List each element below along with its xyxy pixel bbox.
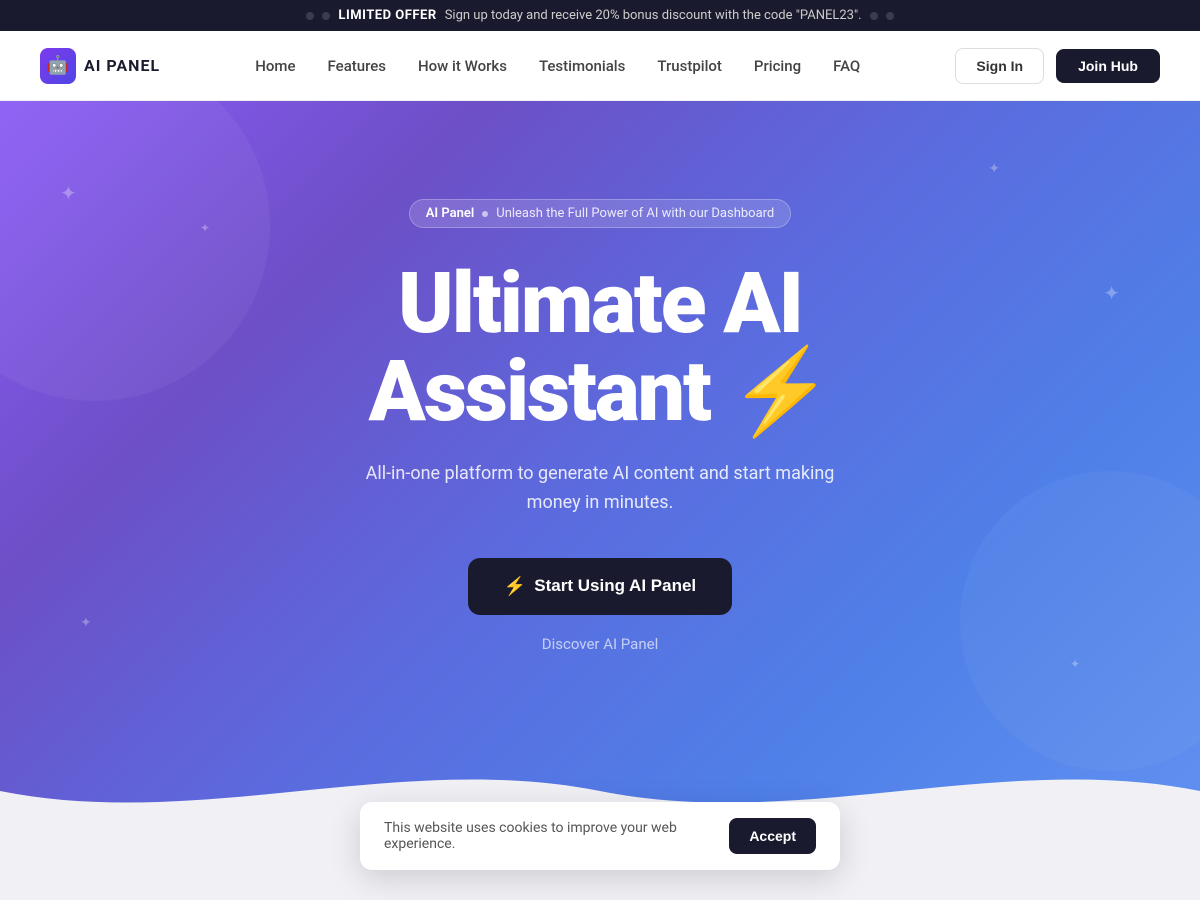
nav-links: Home Features How it Works Testimonials …: [255, 56, 860, 75]
hero-content: AI Panel Unleash the Full Power of AI wi…: [340, 199, 860, 653]
lightning-icon: ⚡: [729, 348, 832, 436]
offer-text: Sign up today and receive 20% bonus disc…: [445, 8, 862, 23]
announcement-bar: LIMITED OFFER Sign up today and receive …: [0, 0, 1200, 31]
sparkle-icon-4: ✦: [1103, 281, 1120, 305]
nav-faq[interactable]: FAQ: [833, 57, 860, 75]
nav-trustpilot[interactable]: Trustpilot: [657, 57, 722, 75]
robot-icon: 🤖: [47, 55, 69, 76]
signin-button[interactable]: Sign In: [955, 48, 1044, 84]
join-button[interactable]: Join Hub: [1056, 49, 1160, 83]
sparkle-icon-3: ✦: [988, 161, 1000, 177]
logo-text: AI PANEL: [84, 56, 160, 75]
nav-home[interactable]: Home: [255, 57, 295, 75]
badge-text: Unleash the Full Power of AI with our Da…: [496, 206, 774, 221]
badge-brand: AI Panel: [426, 206, 475, 221]
nav-how-it-works[interactable]: How it Works: [418, 57, 507, 75]
navbar: 🤖 AI PANEL Home Features How it Works Te…: [0, 31, 1200, 101]
sparkle-icon-2: ✦: [200, 221, 210, 235]
sparkle-icon-1: ✦: [60, 181, 77, 205]
hero-title: Ultimate AIAssistant ⚡: [369, 260, 832, 436]
cta-lightning-icon: ⚡: [504, 576, 526, 597]
discover-link[interactable]: Discover AI Panel: [542, 635, 658, 653]
hero-badge: AI Panel Unleash the Full Power of AI wi…: [409, 199, 792, 228]
sparkle-icon-5: ✦: [80, 615, 92, 631]
cookie-banner: This website uses cookies to improve you…: [360, 802, 840, 870]
badge-dot: [482, 211, 488, 217]
logo-icon: 🤖: [40, 48, 76, 84]
nav-pricing[interactable]: Pricing: [754, 57, 801, 75]
offer-label: LIMITED OFFER: [338, 8, 436, 23]
hero-subtitle: All-in-one platform to generate AI conte…: [360, 460, 840, 518]
sparkle-icon-6: ✦: [1070, 657, 1080, 671]
hero-title-line1: Ultimate AIAssistant ⚡: [369, 254, 832, 441]
nav-features[interactable]: Features: [328, 57, 386, 75]
cta-button[interactable]: ⚡ Start Using AI Panel: [468, 558, 732, 615]
nav-actions: Sign In Join Hub: [955, 48, 1160, 84]
accept-cookies-button[interactable]: Accept: [729, 818, 816, 854]
cta-label: Start Using AI Panel: [534, 576, 696, 596]
cookie-text: This website uses cookies to improve you…: [384, 820, 709, 852]
nav-testimonials[interactable]: Testimonials: [539, 57, 625, 75]
hero-section: ✦ ✦ ✦ ✦ ✦ ✦ AI Panel Unleash the Full Po…: [0, 101, 1200, 831]
logo[interactable]: 🤖 AI PANEL: [40, 48, 160, 84]
